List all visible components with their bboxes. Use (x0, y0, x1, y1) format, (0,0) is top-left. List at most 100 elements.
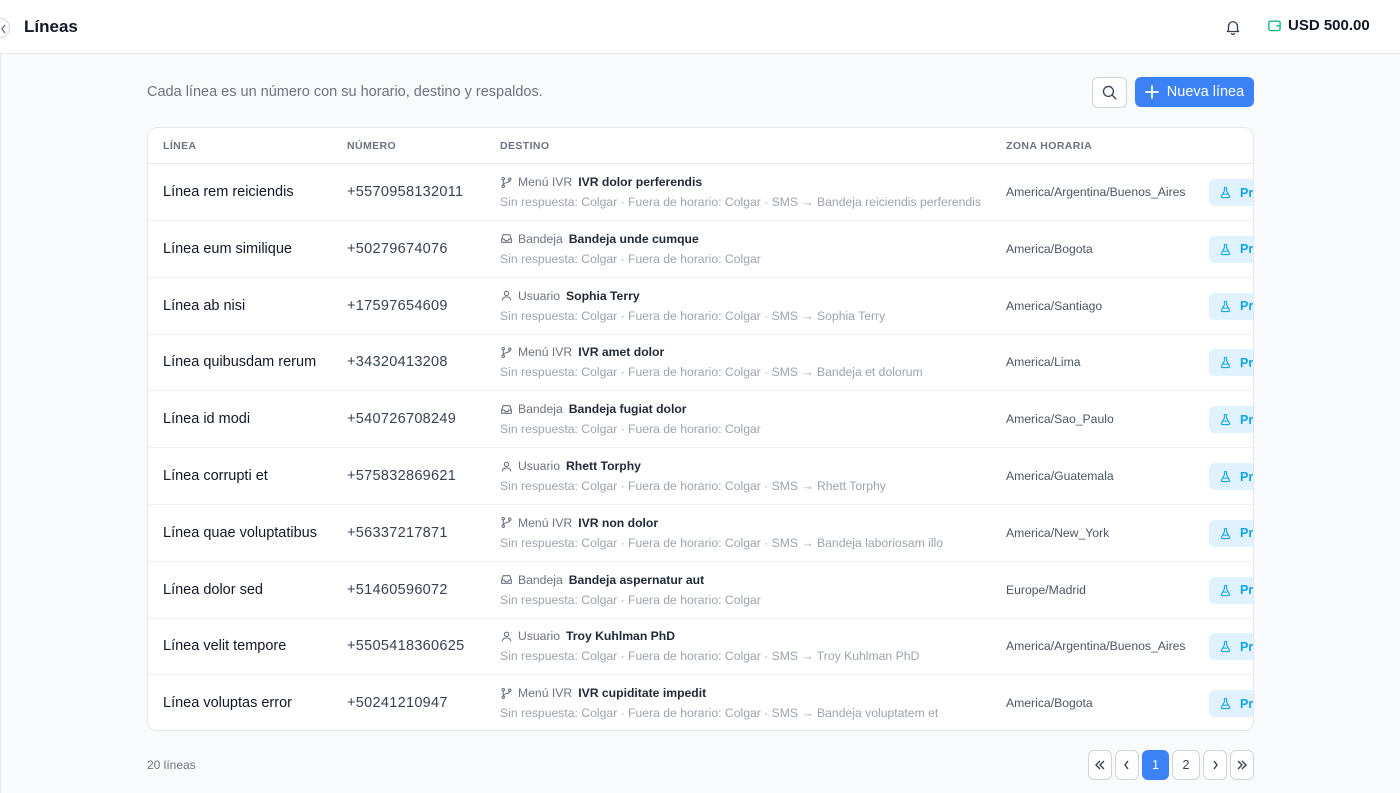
user-icon (500, 460, 513, 473)
line-name: Línea ab nisi (163, 297, 246, 314)
line-destination: Usuario Rhett Torphy Sin respuesta: Colgar… (500, 458, 886, 493)
sidebar-toggle-button[interactable] (0, 18, 10, 38)
destination-type: Usuario (518, 288, 560, 303)
line-destination: Menú IVR IVR dolor perferendis Sin respues… (500, 174, 981, 209)
previous-page-button[interactable] (1115, 750, 1139, 780)
destination-name: Bandeja fugiat dolor (568, 402, 687, 417)
table-row[interactable]: Línea velit tempore +5505418360625 Usuario… (148, 618, 1253, 676)
table-row[interactable]: Línea quae voluptatibus +56337217871 Menú … (148, 505, 1253, 562)
branch-icon (500, 346, 513, 359)
line-name: Línea voluptas error (163, 695, 292, 712)
bell-icon[interactable] (1224, 18, 1242, 36)
table-row[interactable]: Línea voluptas error +50241210947 Menú IVR… (148, 675, 1253, 730)
line-timezone: America/New_York (1006, 525, 1110, 540)
test-line-button[interactable]: Pro (1209, 576, 1253, 604)
flask-icon (1219, 696, 1232, 711)
column-header-destination: DESTINO (500, 140, 550, 152)
search-icon (1102, 85, 1117, 100)
destination-type: Bandeja (518, 231, 563, 246)
last-page-button[interactable] (1230, 750, 1254, 780)
line-name: Línea corrupti et (163, 468, 268, 484)
table-row[interactable]: Línea ab nisi +17597654609 Usuario Sophia T… (148, 278, 1253, 335)
table-row[interactable]: Línea dolor sed +51460596072 Bandeja Bandej… (148, 562, 1253, 619)
flask-icon (1219, 526, 1232, 541)
chevron-left-icon (1, 24, 6, 34)
line-number: +50241210947 (347, 695, 448, 712)
branch-icon (500, 516, 513, 529)
test-line-label: Pro (1240, 299, 1254, 314)
line-timezone: America/Bogota (1006, 241, 1093, 256)
line-timezone: Europe/Madrid (1006, 582, 1086, 597)
wallet-balance[interactable]: USD 500.00 (1267, 17, 1370, 34)
page-description: Cada línea es un número con su horario, … (147, 84, 543, 100)
destination-name: IVR amet dolor (578, 345, 665, 360)
flask-icon (1219, 185, 1232, 200)
top-bar: Líneas USD 500.00 (0, 0, 1400, 54)
test-line-button[interactable]: Pro (1209, 519, 1253, 547)
search-button[interactable] (1092, 77, 1127, 108)
line-timezone: America/Santiago (1006, 298, 1103, 313)
destination-fallback: Sin respuesta: Colgar · Fuera de horario… (500, 422, 761, 437)
test-line-button[interactable]: Pro (1209, 349, 1253, 377)
line-number: +34320413208 (347, 354, 448, 371)
destination-fallback: Sin respuesta: Colgar · Fuera de horario… (500, 308, 886, 323)
new-line-button[interactable]: Nueva línea (1135, 77, 1254, 107)
test-line-label: Pro (1240, 242, 1254, 257)
destination-name: IVR dolor perferendis (578, 175, 703, 189)
line-timezone: America/Argentina/Buenos_Aires (1006, 639, 1186, 654)
table-row[interactable]: Línea id modi +540726708249 Bandeja Bandeja… (148, 391, 1253, 449)
test-line-button[interactable]: Pro (1209, 690, 1253, 718)
line-destination: Usuario Sophia Terry Sin respuesta: Colgar… (500, 288, 885, 323)
balance-amount: USD 500.00 (1288, 17, 1370, 34)
destination-name: Rhett Torphy (566, 459, 641, 473)
table-row[interactable]: Línea rem reiciendis +5570958132011 Menú I… (148, 164, 1253, 221)
destination-type: Usuario (518, 459, 560, 473)
test-line-button[interactable]: Pro (1209, 235, 1254, 263)
branch-icon (500, 687, 513, 700)
line-destination: Bandeja Bandeja aspernatur aut Sin respues… (500, 572, 761, 607)
line-number: +50279674076 (347, 240, 448, 257)
chevrons-left-icon (1095, 760, 1105, 770)
line-number: +575832869621 (347, 468, 457, 484)
line-destination: Menú IVR IVR cupiditate impedit Sin respue… (500, 685, 938, 720)
test-line-button[interactable]: Pro (1209, 179, 1254, 206)
destination-name: Sophia Terry (566, 288, 640, 303)
line-timezone: America/Sao_Paulo (1006, 412, 1114, 427)
inbox-icon (500, 232, 513, 245)
line-number: +5570958132011 (347, 184, 464, 200)
next-page-button[interactable] (1203, 750, 1227, 780)
table-row[interactable]: Línea eum similique +50279674076 Bandeja Ba… (148, 221, 1253, 278)
flask-icon (1219, 299, 1232, 314)
test-line-button[interactable]: Pro (1209, 292, 1254, 320)
destination-type: Bandeja (518, 402, 563, 417)
page-button-2[interactable]: 2 (1172, 750, 1200, 780)
table-row[interactable]: Línea corrupti et +575832869621 Usuario Rhe… (148, 448, 1253, 505)
page-button-1[interactable]: 1 (1142, 750, 1169, 780)
line-timezone: America/Lima (1006, 355, 1081, 370)
flask-icon (1219, 355, 1232, 370)
first-page-button[interactable] (1088, 750, 1112, 780)
line-name: Línea velit tempore (163, 638, 287, 655)
lines-table: LÍNEA NÚMERO DESTINO ZONA HORARIA Línea … (147, 127, 1254, 731)
destination-name: Bandeja unde cumque (568, 231, 699, 246)
wallet-icon (1268, 20, 1281, 32)
line-timezone: America/Guatemala (1006, 469, 1114, 483)
user-icon (500, 630, 513, 643)
destination-name: Bandeja aspernatur aut (568, 572, 705, 587)
line-name: Línea dolor sed (163, 581, 263, 598)
page-title: Líneas (24, 17, 78, 36)
flask-icon (1219, 469, 1232, 484)
table-row[interactable]: Línea quibusdam rerum +34320413208 Menú IV… (148, 334, 1253, 392)
test-line-button[interactable]: Pro (1209, 463, 1253, 490)
test-line-label: Pro (1240, 185, 1254, 200)
inbox-icon (500, 573, 513, 586)
destination-type: Usuario (518, 629, 560, 644)
flask-icon (1219, 412, 1232, 427)
test-line-button[interactable]: Pro (1209, 633, 1253, 661)
line-destination: Bandeja Bandeja fugiat dolor Sin respuesta… (500, 401, 761, 436)
destination-fallback: Sin respuesta: Colgar · Fuera de horario… (500, 592, 761, 607)
flask-icon (1219, 583, 1232, 598)
test-line-button[interactable]: Pro (1209, 406, 1253, 434)
destination-fallback: Sin respuesta: Colgar · Fuera de horario… (500, 479, 886, 493)
destination-fallback: Sin respuesta: Colgar · Fuera de horario… (500, 706, 939, 721)
